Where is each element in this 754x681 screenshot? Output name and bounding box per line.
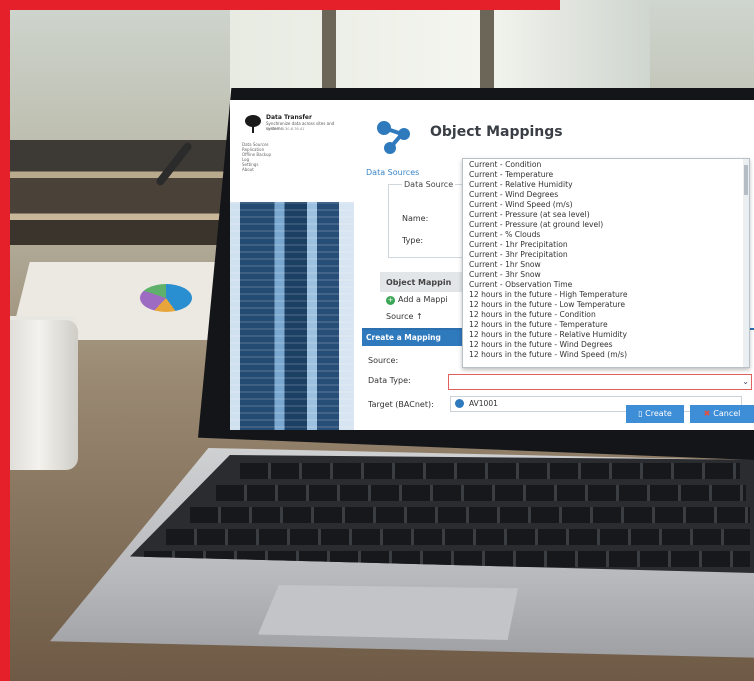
dropdown-option[interactable]: 12 hours in the future - Wind Speed (m/s… xyxy=(469,350,627,359)
nav-item-about[interactable]: About xyxy=(242,167,271,172)
dropdown-option[interactable]: 12 hours in the future - Condition xyxy=(469,310,596,319)
add-icon: + xyxy=(386,296,395,305)
left-pane: Data Transfer Synchronize data across si… xyxy=(230,100,354,430)
laptop-keyboard xyxy=(130,455,754,573)
key-row xyxy=(240,463,740,479)
add-mapping-label: Add a Mappi xyxy=(398,295,448,304)
building-image xyxy=(230,202,354,430)
source-label: Source: xyxy=(368,356,399,365)
create-button[interactable]: ▯ Create xyxy=(626,405,684,423)
chevron-down-icon[interactable]: ⌄ xyxy=(742,377,749,386)
dropdown-option[interactable]: 12 hours in the future - Low Temperature xyxy=(469,300,625,309)
type-label: Type: xyxy=(402,236,424,245)
dropdown-option[interactable]: Current - Observation Time xyxy=(469,280,572,289)
target-value: AV1001 xyxy=(469,399,498,408)
dropdown-option[interactable]: 12 hours in the future - Temperature xyxy=(469,320,608,329)
nav-menu: Data Sources Replication Offline Backup … xyxy=(242,142,271,172)
dropdown-option[interactable]: Current - 3hr Precipitation xyxy=(469,250,568,259)
brand-title: Data Transfer xyxy=(266,114,312,121)
data-type-label: Data Type: xyxy=(368,376,411,385)
cancel-label: Cancel xyxy=(713,409,741,418)
object-mappings-label: Object Mappin xyxy=(386,278,452,287)
cancel-icon: ✖ xyxy=(703,409,711,418)
object-mappings-icon xyxy=(377,121,410,154)
dropdown-option[interactable]: Current - Condition xyxy=(469,160,541,169)
page-title: Object Mappings xyxy=(430,124,563,140)
logo-tree-icon xyxy=(245,115,261,133)
name-label: Name: xyxy=(402,214,429,223)
dropdown-option[interactable]: Current - 1hr Precipitation xyxy=(469,240,568,249)
dropdown-option[interactable]: Current - Relative Humidity xyxy=(469,180,573,189)
create-label: Create xyxy=(645,409,672,418)
data-type-select[interactable]: ⌄ xyxy=(448,374,752,390)
dropdown-option[interactable]: 12 hours in the future - High Temperatur… xyxy=(469,290,628,299)
dropdown-option[interactable]: Current - 3hr Snow xyxy=(469,270,541,279)
scrollbar-thumb[interactable] xyxy=(744,165,748,195)
dropdown-option[interactable]: Current - Wind Speed (m/s) xyxy=(469,200,573,209)
key-row xyxy=(216,485,746,501)
dropdown-scrollbar[interactable] xyxy=(743,159,749,367)
coffee-mug xyxy=(0,320,78,470)
key-row xyxy=(166,529,750,545)
dialog-title: Create a Mapping xyxy=(366,333,441,342)
data-sources-heading[interactable]: Data Sources xyxy=(366,168,419,177)
dropdown-option[interactable]: 12 hours in the future - Relative Humidi… xyxy=(469,330,627,339)
bacnet-icon xyxy=(455,399,464,408)
dropdown-option[interactable]: Current - % Clouds xyxy=(469,230,540,239)
data-source-legend: Data Source xyxy=(402,180,456,189)
dropdown-option[interactable]: Current - Temperature xyxy=(469,170,553,179)
stacked-books xyxy=(0,140,230,245)
red-frame-top xyxy=(0,0,560,10)
dropdown-option[interactable]: Current - Pressure (at ground level) xyxy=(469,220,603,229)
laptop-screen: Data Transfer Synchronize data across si… xyxy=(230,100,754,430)
cancel-button[interactable]: ✖ Cancel xyxy=(690,405,754,423)
brand-version: Version: 4.30.8.76.41 xyxy=(266,127,305,131)
dropdown-option[interactable]: 12 hours in the future - Wind Degrees xyxy=(469,340,613,349)
paper-pie-chart xyxy=(140,284,192,312)
target-label: Target (BACnet): xyxy=(368,400,434,409)
red-frame-left xyxy=(0,0,10,681)
source-column-header[interactable]: Source ↑ xyxy=(386,312,423,321)
dropdown-option[interactable]: Current - 1hr Snow xyxy=(469,260,541,269)
key-row xyxy=(190,507,750,523)
trackpad xyxy=(258,585,518,640)
data-type-dropdown-list[interactable]: Current - Condition Current - Temperatur… xyxy=(462,158,750,368)
dropdown-option[interactable]: Current - Wind Degrees xyxy=(469,190,558,199)
dropdown-option[interactable]: Current - Pressure (at sea level) xyxy=(469,210,590,219)
